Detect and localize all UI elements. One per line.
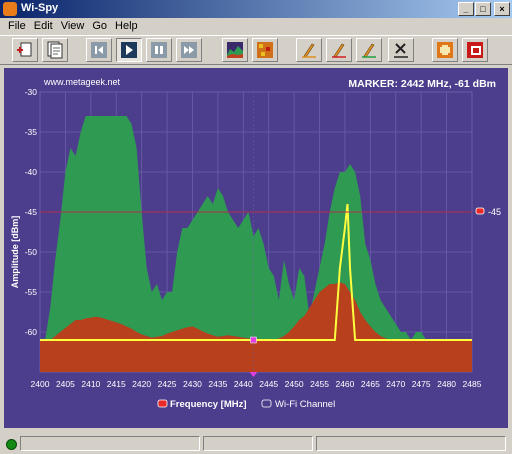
maximize-button[interactable]: □	[475, 2, 491, 16]
record-button[interactable]	[462, 38, 488, 62]
x-tick-label: 2445	[259, 379, 278, 389]
menu-bar: File Edit View Go Help	[0, 18, 512, 35]
marker-axis-handle-icon[interactable]	[249, 372, 258, 377]
y-tick-label: -35	[25, 127, 38, 137]
red-pencil-button[interactable]	[326, 38, 352, 62]
y-tick-label: -30	[25, 87, 38, 97]
threshold-handle-icon[interactable]	[475, 207, 485, 215]
series-layer	[40, 92, 472, 377]
x-tick-label: 2430	[183, 379, 202, 389]
density-view-icon	[257, 42, 273, 58]
skip-back-icon	[91, 42, 107, 58]
x-tick-label: 2415	[107, 379, 126, 389]
spectrum-chart: www.metageek.net MARKER: 2442 MHz, -61 d…	[10, 77, 501, 410]
marker-readout: MARKER: 2442 MHz, -61 dBm	[348, 78, 496, 90]
red-pencil-icon	[332, 43, 346, 58]
properties-icon	[47, 41, 63, 59]
skip-back-button[interactable]	[86, 38, 112, 62]
status-panel-2	[203, 436, 313, 451]
play-icon	[121, 42, 137, 58]
zoom-button[interactable]	[432, 38, 458, 62]
x-tick-label: 2435	[208, 379, 227, 389]
x-tick-label: 2460	[335, 379, 354, 389]
x-tick-label: 2410	[81, 379, 100, 389]
zoom-icon	[437, 42, 453, 58]
skip-forward-icon	[181, 42, 197, 58]
new-icon	[17, 42, 32, 57]
window-title: Wi-Spy	[21, 2, 59, 14]
marker-point-icon[interactable]	[250, 336, 257, 344]
status-panel-3	[316, 436, 506, 451]
menu-go[interactable]: Go	[88, 18, 111, 32]
topographic-view-button[interactable]	[222, 38, 248, 62]
x-tick-label: 2450	[285, 379, 304, 389]
legend-frequency-icon	[157, 399, 168, 408]
new-button[interactable]	[12, 38, 38, 62]
toolbar	[0, 35, 512, 65]
minimize-button[interactable]: _	[458, 2, 474, 16]
skip-forward-button[interactable]	[176, 38, 202, 62]
legend-frequency-label: Frequency [MHz]	[170, 399, 247, 410]
y-tick-label: -40	[25, 167, 38, 177]
record-icon	[467, 42, 483, 58]
x-tick-label: 2475	[412, 379, 431, 389]
x-tick-label: 2405	[56, 379, 75, 389]
site-url: www.metageek.net	[43, 77, 121, 87]
menu-file[interactable]: File	[4, 18, 30, 32]
y-tick-label: -60	[25, 327, 38, 337]
pause-button[interactable]	[146, 38, 172, 62]
orange-pencil-icon	[302, 43, 316, 58]
x-tick-label: 2420	[132, 379, 151, 389]
connection-status-icon	[6, 439, 17, 450]
menu-help[interactable]: Help	[111, 18, 142, 32]
topographic-view-icon	[227, 42, 243, 58]
x-tick-label: 2470	[386, 379, 405, 389]
threshold-label: -45	[488, 207, 501, 217]
y-tick-label: -45	[25, 207, 38, 217]
pause-icon	[151, 42, 167, 58]
legend-wifi-channel-icon	[261, 399, 272, 408]
density-view-button[interactable]	[252, 38, 278, 62]
wi-spy-app-icon	[3, 2, 17, 16]
play-button[interactable]	[116, 38, 142, 62]
orange-pencil-button[interactable]	[296, 38, 322, 62]
y-tick-label: -50	[25, 247, 38, 257]
green-pencil-icon	[362, 43, 376, 58]
status-bar	[0, 433, 512, 454]
x-tick-label: 2480	[437, 379, 456, 389]
threshold-handle[interactable]: -45	[475, 207, 501, 217]
green-pencil-button[interactable]	[356, 38, 382, 62]
close-button[interactable]: ×	[494, 2, 510, 16]
menu-view[interactable]: View	[57, 18, 89, 32]
x-tick-label: 2465	[361, 379, 380, 389]
x-tick-label: 2440	[234, 379, 253, 389]
x-tick-label: 2425	[158, 379, 177, 389]
clear-traces-icon	[394, 43, 408, 58]
properties-button[interactable]	[42, 38, 68, 62]
x-tick-label: 2485	[463, 379, 482, 389]
x-tick-label: 2455	[310, 379, 329, 389]
y-tick-label: -55	[25, 287, 38, 297]
spectrum-chart-panel[interactable]: www.metageek.net MARKER: 2442 MHz, -61 d…	[4, 68, 508, 428]
clear-traces-button[interactable]	[388, 38, 414, 62]
status-panel-1	[20, 436, 200, 451]
menu-edit[interactable]: Edit	[30, 18, 57, 32]
y-axis-label: Amplitude [dBm]	[10, 216, 20, 289]
title-bar: Wi-Spy _ □ ×	[0, 0, 512, 18]
x-tick-label: 2400	[31, 379, 50, 389]
legend-wifi-channel-label: Wi-Fi Channel	[275, 399, 335, 410]
legend: Frequency [MHz] Wi-Fi Channel	[157, 399, 335, 410]
